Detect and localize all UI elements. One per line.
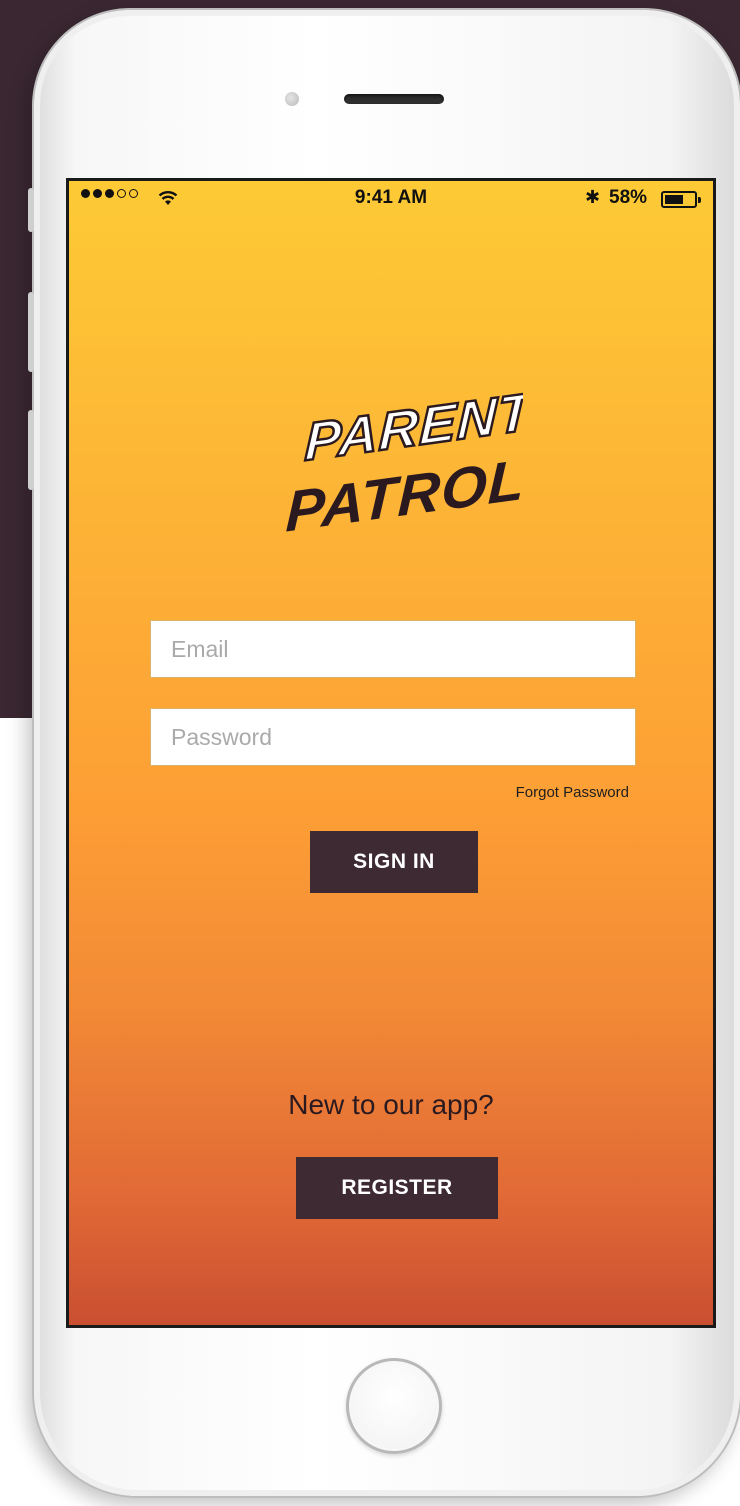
register-button[interactable]: REGISTER [296,1157,498,1219]
mute-switch [28,188,34,232]
status-bar: 9:41 AM ✱ 58% [69,181,713,217]
battery-percentage: 58% [609,187,648,208]
forgot-password-link[interactable]: Forgot Password [516,784,629,801]
sign-in-button[interactable]: SIGN IN [310,831,478,893]
app-screen: 9:41 AM ✱ 58% PARENT PATROL Forgot Passw… [66,178,716,1328]
battery-icon [661,191,701,208]
volume-up-button [28,292,34,372]
bluetooth-icon: ✱ [585,187,601,207]
front-camera [285,92,299,106]
earpiece-speaker [344,94,444,104]
parent-patrol-logo: PARENT PATROL [285,379,523,544]
home-button[interactable] [346,1358,442,1454]
volume-down-button [28,410,34,490]
password-field[interactable] [150,708,636,766]
email-field[interactable] [150,620,636,678]
new-user-prompt: New to our app? [288,1089,494,1120]
